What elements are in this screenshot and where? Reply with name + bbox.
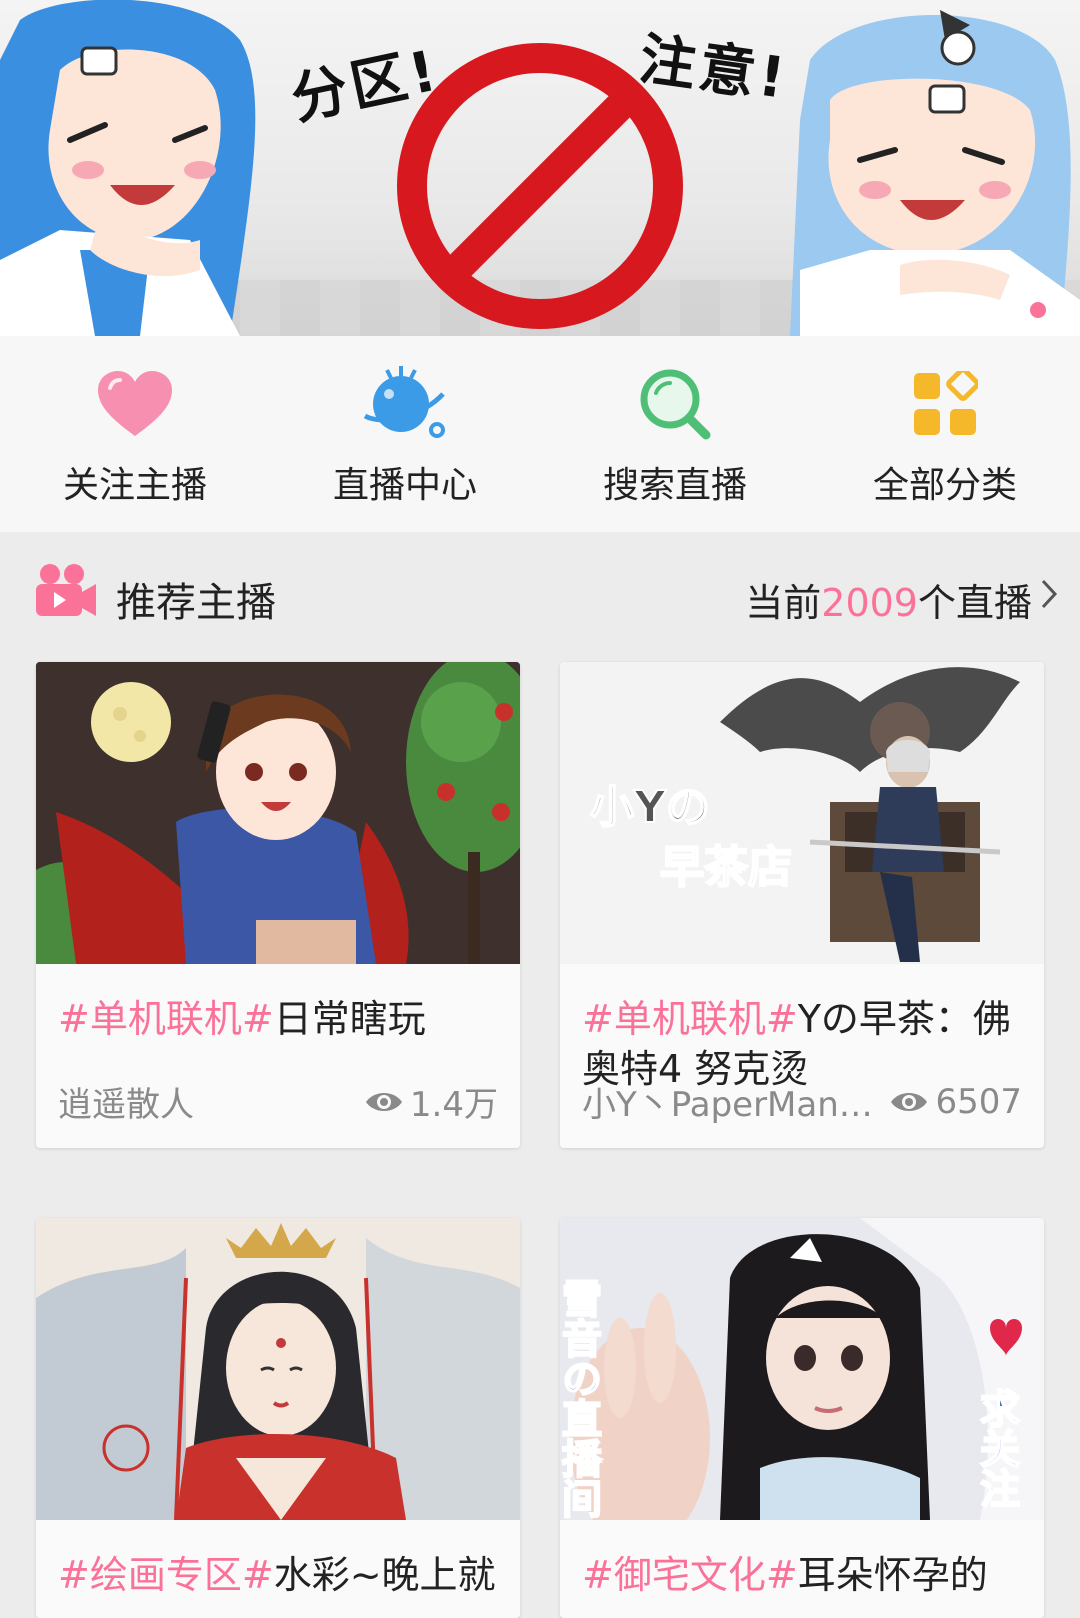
card-title: #单机联机#Yの早茶：佛奥特4 努克烫 [560, 964, 1044, 1094]
card-title: #御宅文化#耳朵怀孕的 [560, 1520, 1044, 1600]
card-thumbnail [36, 1218, 520, 1520]
card-title-text: 日常瞎玩 [273, 997, 426, 1041]
nav-label: 关注主播 [62, 465, 207, 506]
nav-label: 直播中心 [332, 465, 477, 506]
thumb-text-line-2: 早茶店 [660, 842, 792, 893]
eye-icon [891, 1092, 928, 1111]
live-count-link[interactable]: 当前2009个直播 [745, 572, 1032, 627]
card-views: 1.4万 [364, 1077, 498, 1126]
recommended-section-header: 推荐主播 当前2009个直播 [0, 532, 1080, 662]
thumb-text-line-2: 求关注 [973, 1388, 1020, 1508]
card-author: 逍遥散人 [58, 1085, 194, 1125]
camera-icon [36, 564, 96, 616]
heart-icon [93, 366, 177, 442]
banner-character-right [790, 10, 1080, 336]
card-thumbnail: 小Yの 早茶店 [560, 662, 1044, 964]
card-thumbnail [36, 662, 520, 964]
nav-label: 全部分类 [872, 465, 1017, 506]
live-room-card[interactable]: #单机联机#日常瞎玩 逍遥散人 1.4万 [36, 662, 520, 1148]
nav-label: 搜索直播 [602, 465, 747, 506]
banner-character-left [0, 0, 256, 336]
card-author: 小Y丶PaperMannn... [582, 1085, 882, 1125]
card-thumbnail: 雪音の直播间 求关注 [560, 1218, 1044, 1520]
live-room-card[interactable]: 雪音の直播间 求关注 #御宅文化#耳朵怀孕的 [560, 1218, 1044, 1618]
section-title: 推荐主播 [116, 580, 276, 626]
card-meta: 小Y丶PaperMannn... 6507 [582, 1077, 1022, 1126]
planet-icon [363, 366, 447, 442]
live-count-number: 2009 [821, 581, 918, 625]
nav-live-center[interactable]: 直播中心 [270, 336, 540, 532]
card-views: 6507 [889, 1082, 1022, 1122]
live-count-suffix: 个直播 [917, 581, 1032, 625]
thumb-text-line-1: 雪音の直播间 [560, 1278, 602, 1518]
card-meta: 逍遥散人 1.4万 [58, 1077, 498, 1126]
live-room-card[interactable]: 小Yの 早茶店 #单机联机#Yの早茶：佛奥特4 努克烫 小Y丶PaperMann… [560, 662, 1044, 1148]
card-title: #单机联机#日常瞎玩 [36, 964, 520, 1044]
chevron-right-icon[interactable] [1040, 578, 1058, 610]
promo-banner[interactable]: 分区! 注意! [0, 0, 1080, 336]
nav-all-categories[interactable]: 全部分类 [810, 336, 1080, 532]
card-category-tag[interactable]: #单机联机# [582, 997, 798, 1041]
card-category-tag[interactable]: #单机联机# [58, 997, 274, 1041]
card-title: #绘画专区#水彩~晚上就 [36, 1520, 520, 1600]
quick-nav: 关注主播 直播中心 搜索直播 全部分类 [0, 336, 1080, 532]
live-room-card[interactable]: #绘画专区#水彩~晚上就 [36, 1218, 520, 1618]
card-view-count: 6507 [935, 1081, 1022, 1122]
banner-pager-dot[interactable] [1030, 302, 1046, 318]
nav-followed-streamers[interactable]: 关注主播 [0, 336, 270, 532]
thumb-text-line-1: 小Yの [590, 782, 710, 833]
card-category-tag[interactable]: #御宅文化# [582, 1553, 798, 1597]
search-icon [633, 366, 717, 442]
card-view-count: 1.4万 [409, 1085, 498, 1125]
live-count-prefix: 当前 [745, 581, 822, 625]
card-title-text: 水彩~晚上就 [273, 1553, 496, 1597]
card-category-tag[interactable]: #绘画专区# [58, 1553, 274, 1597]
grid-icon [903, 366, 987, 442]
eye-icon [365, 1092, 402, 1111]
card-title-text: 耳朵怀孕的 [797, 1553, 988, 1597]
nav-search-live[interactable]: 搜索直播 [540, 336, 810, 532]
